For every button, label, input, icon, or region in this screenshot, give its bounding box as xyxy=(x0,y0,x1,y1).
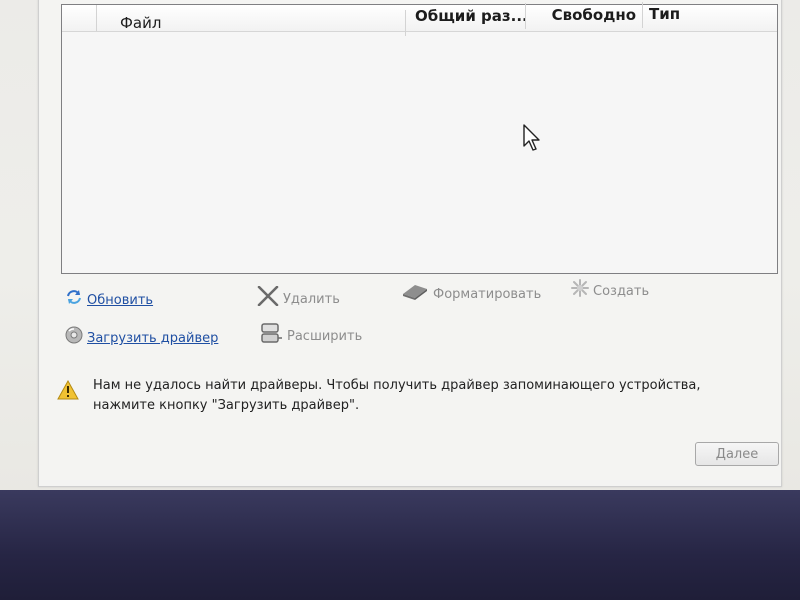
create-icon xyxy=(571,279,589,304)
column-header-type[interactable]: Тип xyxy=(643,1,777,27)
column-header-free[interactable]: Свободно xyxy=(526,2,643,28)
format-label: Форматировать xyxy=(433,287,542,302)
delete-icon xyxy=(257,285,279,313)
load-driver-link[interactable]: Загрузить драйвер xyxy=(65,326,218,346)
load-driver-icon xyxy=(65,326,83,351)
refresh-icon xyxy=(65,289,83,312)
extend-link[interactable]: Расширить xyxy=(259,322,363,344)
delete-label: Удалить xyxy=(283,292,340,307)
warning-text-line1: Нам не удалось найти драйверы. Чтобы пол… xyxy=(93,378,701,393)
table-header: Файл Общий раз... Свободно Тип xyxy=(62,2,777,36)
column-header-icon[interactable] xyxy=(62,5,97,31)
warning-text-line2: нажмите кнопку "Загрузить драйвер". xyxy=(93,398,360,413)
mouse-cursor-icon xyxy=(523,124,543,156)
extend-icon xyxy=(259,322,283,351)
extend-label: Расширить xyxy=(287,329,363,344)
create-label: Создать xyxy=(593,284,650,299)
load-driver-label: Загрузить драйвер xyxy=(87,331,219,346)
setup-dialog: Файл Общий раз... Свободно Тип Обновить xyxy=(0,0,800,497)
column-header-total-size[interactable]: Общий раз... xyxy=(406,3,526,29)
warning-icon xyxy=(57,379,79,407)
table-body[interactable] xyxy=(62,32,777,273)
create-link[interactable]: Создать xyxy=(571,279,649,299)
delete-link[interactable]: Удалить xyxy=(257,285,340,307)
refresh-label: Обновить xyxy=(87,293,154,308)
format-link[interactable]: Форматировать xyxy=(401,282,541,302)
format-icon xyxy=(401,282,429,307)
partition-table[interactable]: Файл Общий раз... Свободно Тип xyxy=(61,2,778,274)
refresh-link[interactable]: Обновить xyxy=(65,289,153,309)
screen-background xyxy=(0,490,800,600)
dialog-content: Файл Общий раз... Свободно Тип Обновить xyxy=(38,0,782,487)
next-button[interactable]: Далее xyxy=(695,442,779,466)
